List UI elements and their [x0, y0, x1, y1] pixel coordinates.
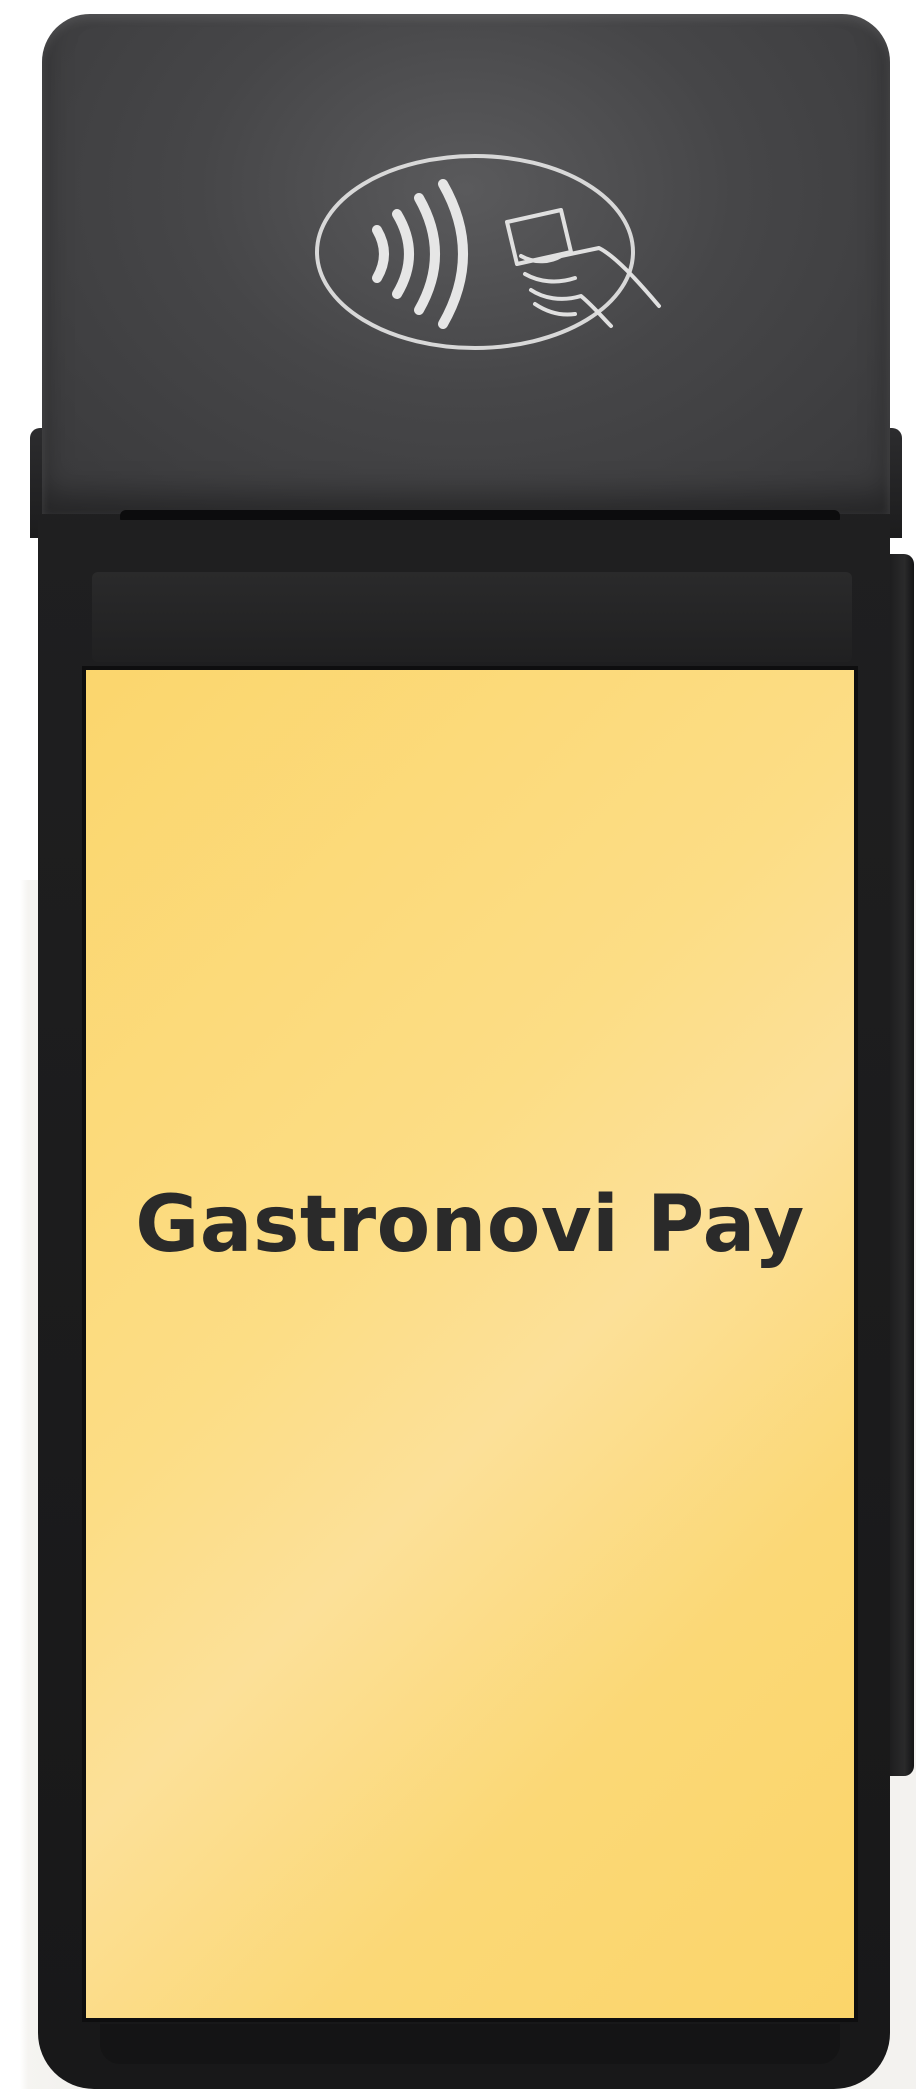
brand-title: Gastronovi Pay [135, 1180, 805, 1270]
payment-terminal: Gastronovi Pay [30, 14, 914, 2089]
contactless-payment-icon [315, 154, 661, 350]
screen-top-bezel [92, 572, 852, 662]
side-button[interactable] [890, 554, 914, 1776]
touch-screen[interactable]: Gastronovi Pay [82, 666, 858, 2022]
terminal-bottom-lip [100, 2024, 840, 2064]
terminal-head [42, 14, 890, 514]
